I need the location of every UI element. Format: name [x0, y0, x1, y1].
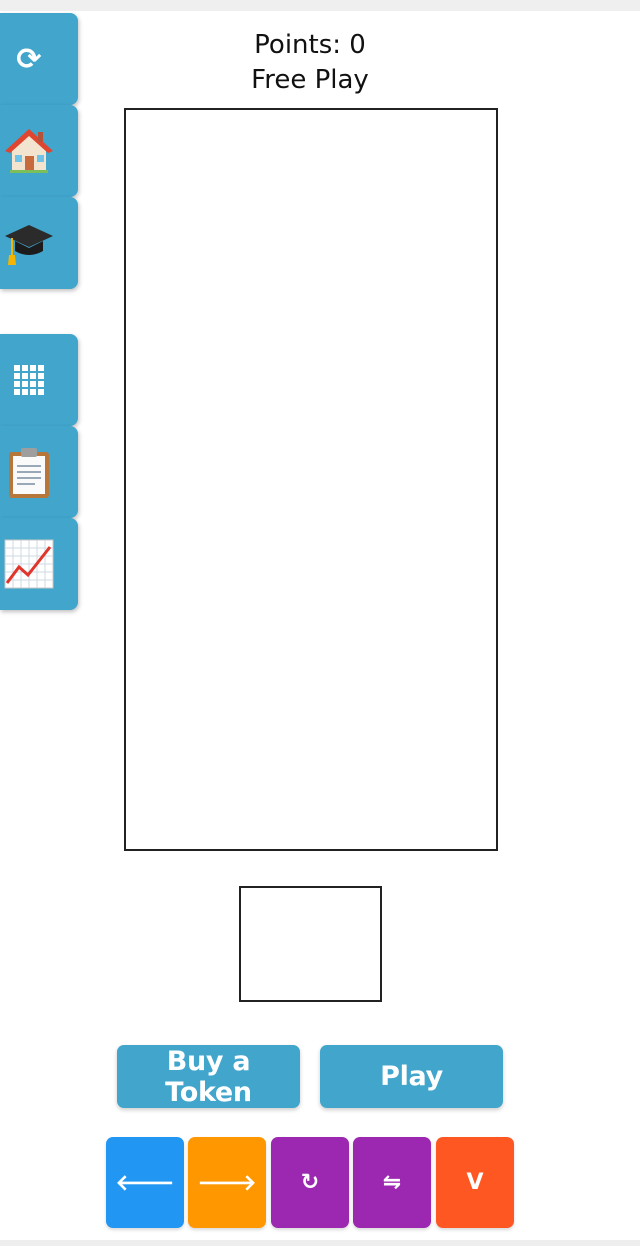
chart-increasing-icon — [1, 536, 57, 592]
flip-button[interactable]: ⇋ — [353, 1137, 431, 1228]
clipboard-icon — [1, 444, 57, 500]
house-icon — [1, 123, 57, 179]
tutorial-button[interactable] — [0, 197, 78, 289]
move-left-button[interactable]: 🡐 — [106, 1137, 184, 1228]
grid-icon — [1, 352, 57, 408]
refresh-button[interactable]: ⟳ — [0, 13, 78, 105]
graduation-cap-icon — [1, 215, 57, 271]
game-page: ⟳ Points: 0 Free Play Buy a Token Play 🡐… — [0, 0, 640, 1246]
play-button[interactable]: Play — [320, 1045, 503, 1108]
refresh-icon: ⟳ — [16, 41, 42, 77]
game-board[interactable] — [124, 108, 498, 851]
buy-token-button[interactable]: Buy a Token — [117, 1045, 300, 1108]
rotate-button[interactable]: ↻ — [271, 1137, 349, 1228]
top-bar — [0, 0, 640, 11]
drop-icon: V — [466, 1170, 484, 1195]
drop-button[interactable]: V — [436, 1137, 514, 1228]
arrow-left-icon: 🡐 — [115, 1170, 175, 1196]
home-button[interactable] — [0, 105, 78, 197]
mode-label: Free Play — [251, 65, 369, 95]
arrow-right-icon: 🡒 — [197, 1170, 257, 1196]
points-label: Points: 0 — [254, 30, 366, 60]
move-right-button[interactable]: 🡒 — [188, 1137, 266, 1228]
chart-button[interactable] — [0, 518, 78, 610]
flip-icon: ⇋ — [382, 1170, 402, 1195]
rotate-icon: ↻ — [300, 1170, 320, 1195]
score-header: Points: 0 Free Play — [124, 28, 496, 98]
grid-button[interactable] — [0, 334, 78, 426]
bottom-bar — [0, 1240, 640, 1246]
clipboard-button[interactable] — [0, 426, 78, 518]
next-piece-preview — [239, 886, 382, 1002]
